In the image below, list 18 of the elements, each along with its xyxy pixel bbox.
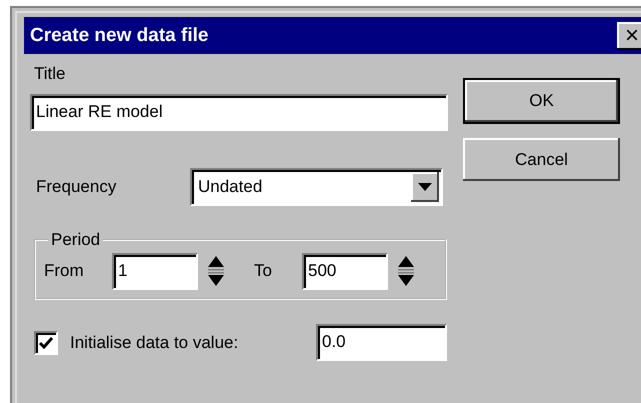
period-label: Period xyxy=(50,230,102,250)
to-field[interactable]: 500 xyxy=(302,252,388,290)
frequency-dropdown[interactable]: Undated xyxy=(190,168,443,206)
initialise-checkbox[interactable] xyxy=(34,330,58,354)
to-label: To xyxy=(254,261,273,281)
frequency-label: Frequency xyxy=(36,177,118,197)
ok-button[interactable]: OK xyxy=(463,78,620,124)
window-title: Create new data file xyxy=(30,24,208,46)
from-field[interactable]: 1 xyxy=(112,252,198,290)
cancel-button[interactable]: Cancel xyxy=(463,138,620,181)
check-icon xyxy=(39,336,53,348)
dropdown-arrow-icon xyxy=(418,183,432,191)
close-button[interactable]: × xyxy=(617,22,641,50)
title-label: Title xyxy=(34,64,66,84)
initial-value-field[interactable]: 0.0 xyxy=(316,324,447,361)
from-label: From xyxy=(44,261,85,281)
title-field[interactable]: Linear RE model xyxy=(30,94,448,131)
initialise-label: Initialise data to value: xyxy=(70,332,240,352)
